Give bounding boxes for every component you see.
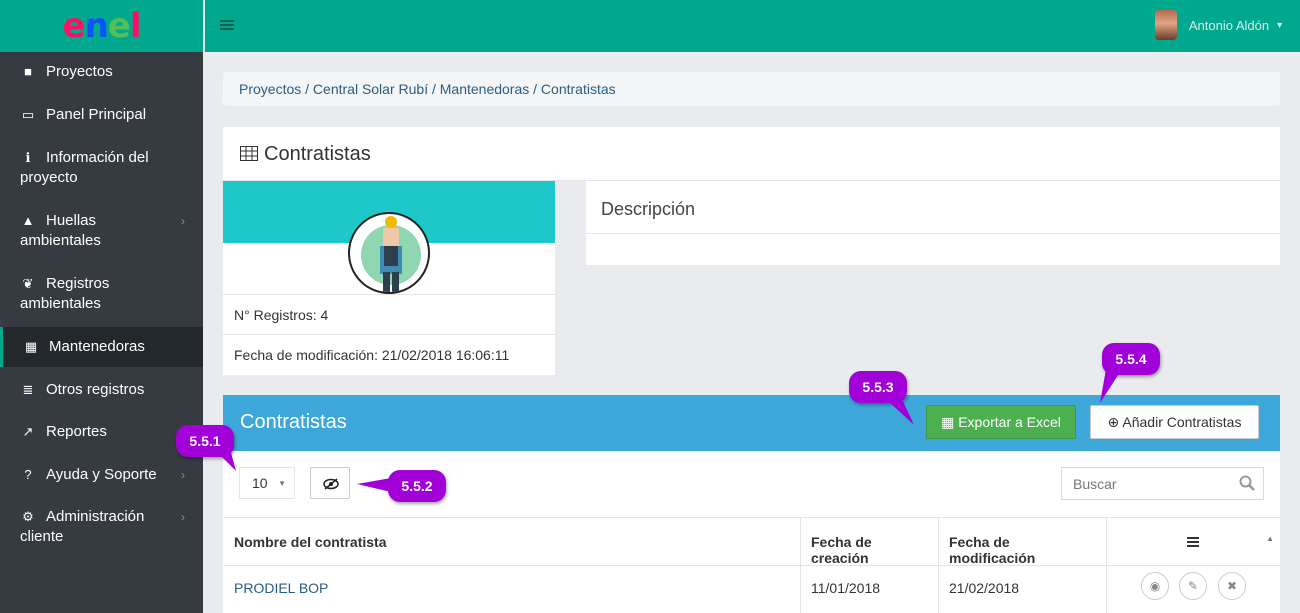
enel-logo[interactable]: enel (63, 6, 142, 46)
sidebar-item-proyectos[interactable]: ■ Proyectos (0, 62, 203, 82)
logo-area: enel (0, 0, 203, 52)
close-icon: ✖ (1226, 579, 1238, 593)
sidebar-item-label: Panel Principal (46, 106, 147, 123)
chevron-right-icon: › (181, 510, 185, 524)
hamburger-icon[interactable] (220, 18, 234, 34)
sidebar-item-label: Huellas (46, 212, 97, 229)
caret-down-icon: ▼ (1275, 20, 1284, 30)
caret-down-icon: ▼ (278, 479, 286, 488)
eye-slash-icon (323, 478, 339, 490)
column-divider (1106, 517, 1107, 613)
avatar (1154, 10, 1177, 40)
sidebar-item-label: Administración (46, 508, 145, 525)
cogs-icon: ⚙ (22, 509, 34, 524)
callout-arrow (357, 478, 391, 492)
dashboard-icon: ■ (24, 64, 32, 79)
registros-count: N° Registros: 4 (223, 294, 555, 334)
table-icon (240, 146, 258, 161)
descripcion-title: Descripción (586, 181, 1280, 234)
fecha-modificacion: Fecha de modificación: 21/02/2018 16:06:… (223, 334, 555, 374)
callout-arrow (1100, 369, 1122, 403)
menu-icon (1187, 537, 1199, 547)
sidebar-item-registros[interactable]: ❦ Registros ambientales (0, 274, 203, 314)
list-icon: ≣ (22, 382, 34, 397)
sidebar-item-informacion[interactable]: ℹ Información del proyecto (0, 148, 203, 188)
sidebar-item-label: Proyectos (46, 63, 113, 80)
add-contratista-button[interactable]: ⊕ Añadir Contratistas (1090, 405, 1259, 439)
table-section-title: Contratistas (240, 411, 347, 433)
view-button[interactable]: ◉ (1141, 572, 1169, 600)
descripcion-panel: Descripción (586, 181, 1280, 265)
sidebar-item-panel-principal[interactable]: ▭ Panel Principal (0, 105, 203, 125)
chevron-right-icon: › (181, 214, 185, 228)
user-menu[interactable]: Antonio Aldón ▼ (1154, 10, 1284, 40)
column-header-creacion[interactable]: Fecha de creación (800, 517, 938, 566)
column-header-actions[interactable]: ▲ (1106, 517, 1280, 566)
edit-button[interactable]: ✎ (1179, 572, 1207, 600)
contratistas-card: N° Registros: 4 Fecha de modificación: 2… (223, 181, 555, 375)
column-visibility-button[interactable] (310, 467, 350, 499)
pencil-icon: ✎ (1187, 579, 1199, 593)
sidebar-item-reportes[interactable]: ↗ Reportes (0, 422, 203, 442)
monitor-icon: ▭ (21, 107, 35, 122)
tree-icon: ▲ (21, 213, 35, 228)
sidebar-item-label: Ayuda y Soporte (46, 466, 157, 483)
topbar: Antonio Aldón ▼ (205, 0, 1300, 52)
chevron-right-icon: › (181, 468, 185, 482)
search-input[interactable]: Buscar (1061, 467, 1264, 500)
sidebar-item-label: Registros (46, 275, 110, 292)
user-name: Antonio Aldón (1188, 17, 1270, 33)
column-header-modificacion[interactable]: Fecha de modificación (938, 517, 1106, 566)
sidebar: enel ■ Proyectos ▭ Panel Principal ℹ Inform… (0, 0, 203, 613)
contratista-name-link[interactable]: PRODIEL BOP (223, 566, 339, 611)
info-icon: ℹ (25, 150, 31, 165)
leaf-icon: ❦ (22, 276, 34, 291)
callout-arrow (214, 449, 236, 471)
sidebar-item-label: Reportes (46, 423, 107, 440)
column-header-nombre[interactable]: Nombre del contratista (223, 517, 800, 566)
table-icon: ▦ (941, 414, 959, 430)
fecha-modificacion-cell: 21/02/2018 (949, 580, 1020, 596)
sidebar-item-otros-registros[interactable]: ≣ Otros registros (0, 380, 203, 400)
sidebar-item-label: Otros registros (46, 381, 145, 398)
sidebar-item-label-line2: ambientales (20, 232, 101, 249)
page-size-select[interactable]: 10 ▼ (239, 467, 295, 499)
contratistas-panel-header: Contratistas (223, 127, 1280, 181)
chart-icon: ↗ (22, 424, 34, 439)
sidebar-item-administracion[interactable]: ⚙ Administración cliente › (0, 507, 203, 547)
question-icon: ? (24, 467, 32, 482)
sidebar-item-ayuda[interactable]: ? Ayuda y Soporte › (0, 465, 203, 485)
table-icon: ▦ (24, 339, 38, 354)
sidebar-item-huellas[interactable]: ▲ Huellas ambientales › (0, 211, 203, 251)
sort-up-icon: ▲ (1266, 534, 1274, 543)
sidebar-item-label-line2: cliente (20, 528, 64, 545)
search-icon (1239, 475, 1255, 491)
callout-arrow (886, 399, 914, 425)
fecha-creacion-cell: 11/01/2018 (811, 580, 881, 596)
page-title: Contratistas (240, 143, 371, 166)
eye-icon: ◉ (1149, 579, 1161, 593)
delete-button[interactable]: ✖ (1218, 572, 1246, 600)
sidebar-item-label: Mantenedoras (49, 338, 145, 355)
breadcrumb[interactable]: Proyectos / Central Solar Rubí / Mantene… (223, 72, 1280, 106)
plus-circle-icon: ⊕ (1107, 414, 1123, 430)
sidebar-item-label-line2: ambientales (20, 295, 101, 312)
sidebar-item-mantenedoras[interactable]: ▦ Mantenedoras (0, 327, 203, 367)
sidebar-item-label-line2: proyecto (20, 169, 78, 186)
worker-icon (348, 212, 430, 294)
callout-5-5-2: 5.5.2 (388, 470, 446, 502)
export-excel-button[interactable]: ▦ Exportar a Excel (926, 405, 1076, 439)
sidebar-item-label: Información del (46, 149, 149, 166)
